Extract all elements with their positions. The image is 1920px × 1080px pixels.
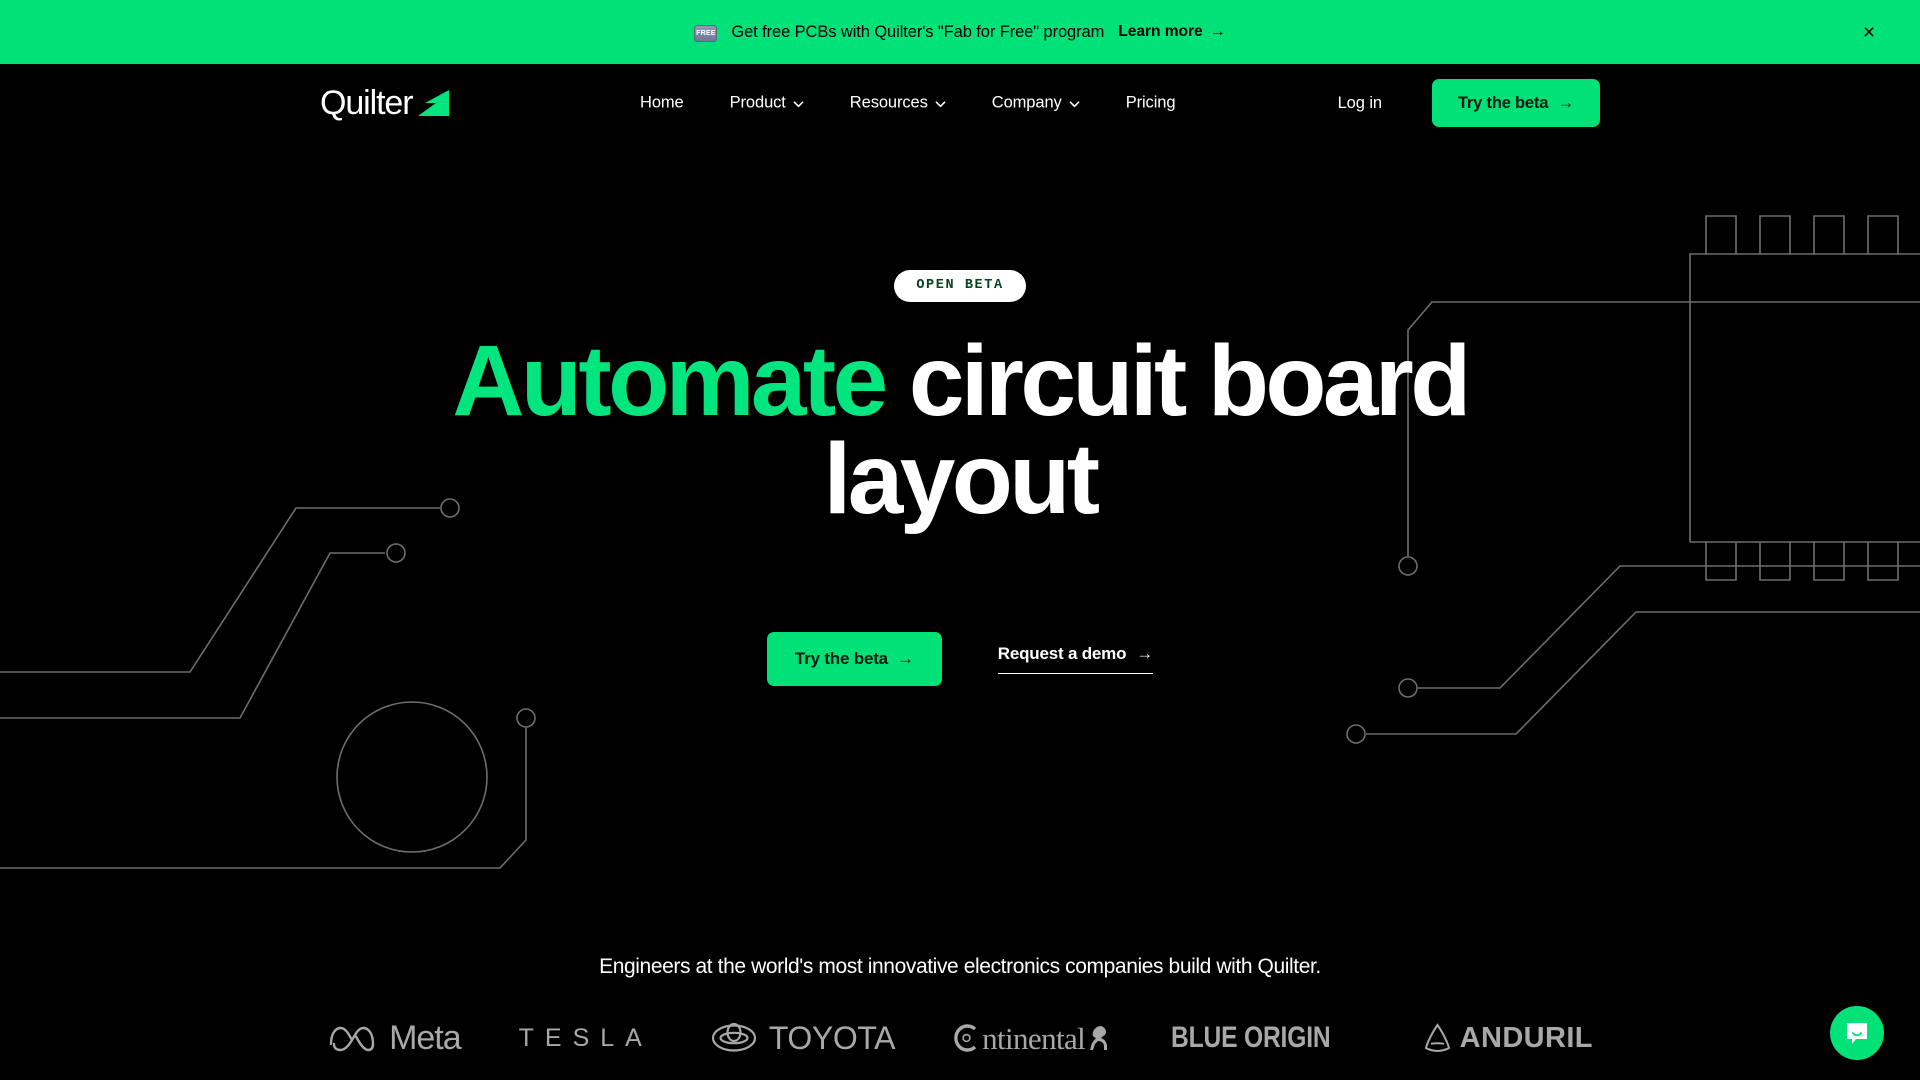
chevron-down-icon bbox=[793, 101, 804, 108]
continental-horse-icon bbox=[1090, 1026, 1108, 1050]
chat-bubble-icon bbox=[1847, 1023, 1867, 1044]
arrow-right-icon: → bbox=[1209, 23, 1226, 40]
continental-c-icon bbox=[954, 1024, 977, 1052]
nav-label: Resources bbox=[849, 93, 928, 112]
primary-navigation: Home Product Resources Company Pricing bbox=[640, 94, 1176, 113]
learn-more-link[interactable]: Learn more → bbox=[1118, 23, 1225, 41]
announcement-text: Get free PCBs with Quilter's "Fab for Fr… bbox=[731, 22, 1105, 41]
arrow-right-icon: → bbox=[1557, 93, 1574, 112]
brand-logo-meta: Meta bbox=[327, 1019, 462, 1057]
close-banner-button[interactable]: × bbox=[1856, 19, 1882, 45]
nav-item-company[interactable]: Company bbox=[992, 94, 1080, 113]
header-actions: Log in Try the beta → bbox=[1338, 79, 1600, 127]
site-header: Quilter Home Product Resources Company P… bbox=[0, 64, 1920, 142]
link-label: Request a demo bbox=[997, 644, 1127, 663]
customer-logo-row: Meta TESLA TOYOTA ntinental BLUE ORIGIN … bbox=[327, 1021, 1593, 1055]
hero-try-beta-button[interactable]: Try the beta → bbox=[766, 632, 942, 686]
learn-more-label: Learn more bbox=[1118, 23, 1203, 40]
brand-label: ANDURIL bbox=[1459, 1021, 1593, 1054]
nav-label: Home bbox=[640, 93, 684, 112]
nav-item-home[interactable]: Home bbox=[640, 94, 684, 113]
brand-logo-blue-origin: BLUE ORIGIN bbox=[1171, 1023, 1365, 1053]
headline-accent-word: Automate bbox=[452, 325, 888, 437]
brand-label: BLUE ORIGIN bbox=[1171, 1021, 1331, 1054]
brand-label: TESLA bbox=[518, 1023, 653, 1052]
toyota-ellipse-icon bbox=[711, 1022, 756, 1052]
quilter-bolt-icon bbox=[418, 90, 450, 116]
anduril-cone-icon bbox=[1424, 1023, 1450, 1053]
page-title: Automate circuit board layout bbox=[410, 331, 1510, 529]
arrow-right-icon: → bbox=[896, 649, 914, 668]
landing-page: FREE Get free PCBs with Quilter's "Fab f… bbox=[0, 0, 1920, 1080]
nav-item-product[interactable]: Product bbox=[730, 94, 804, 113]
header-try-beta-button[interactable]: Try the beta → bbox=[1431, 79, 1600, 127]
quilter-logo[interactable]: Quilter bbox=[320, 86, 450, 120]
button-label: Try the beta bbox=[794, 649, 888, 668]
meta-infinity-icon bbox=[329, 1026, 375, 1052]
nav-item-resources[interactable]: Resources bbox=[850, 94, 946, 113]
social-proof-section: Engineers at the world's most innovative… bbox=[0, 955, 1920, 1055]
brand-logo-toyota: TOYOTA bbox=[711, 1022, 895, 1054]
button-label: Try the beta bbox=[1457, 93, 1549, 112]
brand-label: Meta bbox=[389, 1019, 462, 1057]
nav-label: Pricing bbox=[1125, 93, 1176, 112]
chat-bubble-button[interactable] bbox=[1830, 1006, 1884, 1060]
open-beta-badge: OPEN BETA bbox=[894, 270, 1026, 302]
headline-rest: circuit board layout bbox=[823, 325, 1472, 535]
hero-cta-row: Try the beta → Request a demo → bbox=[766, 632, 1154, 686]
nav-label: Company bbox=[991, 93, 1062, 112]
arrow-right-icon: → bbox=[1136, 644, 1154, 663]
brand-logo-anduril: ANDURIL bbox=[1424, 1023, 1593, 1053]
brand-logo-tesla: TESLA bbox=[518, 1023, 653, 1052]
nav-item-pricing[interactable]: Pricing bbox=[1126, 94, 1176, 113]
chevron-down-icon bbox=[935, 101, 946, 108]
brand-label: TOYOTA bbox=[768, 1020, 896, 1056]
brand-label: ntinental bbox=[982, 1020, 1086, 1056]
announcement-banner: FREE Get free PCBs with Quilter's "Fab f… bbox=[0, 0, 1920, 64]
request-demo-link[interactable]: Request a demo → bbox=[997, 644, 1154, 674]
chevron-down-icon bbox=[1069, 101, 1080, 108]
brand-logo-continental: ntinental bbox=[953, 1023, 1113, 1054]
login-link[interactable]: Log in bbox=[1338, 94, 1382, 113]
free-badge-icon: FREE bbox=[694, 24, 718, 42]
hero-section: OPEN BETA Automate circuit board layout … bbox=[0, 142, 1920, 914]
nav-label: Product bbox=[729, 93, 786, 112]
social-proof-tagline: Engineers at the world's most innovative… bbox=[599, 955, 1321, 978]
logo-wordmark: Quilter bbox=[320, 84, 414, 122]
